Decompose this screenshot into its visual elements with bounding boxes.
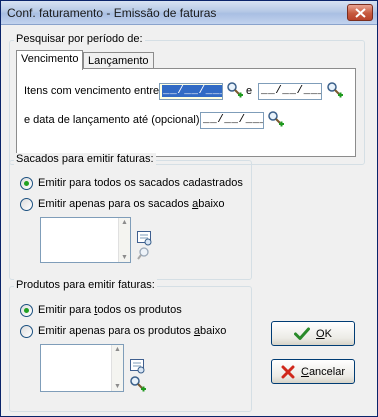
debtors-selected-radio[interactable] [20,198,33,211]
cancel-button-label-rest: ancelar [308,365,346,378]
search-product-button[interactable] [129,375,147,393]
due-start-date-input[interactable]: __/__/____ [159,83,223,100]
window-title: Conf. faturamento - Emissão de faturas [7,6,217,20]
products-all-label-prefix: Emitir para [38,304,95,316]
launch-date-input[interactable]: __/__/____ [200,112,264,129]
products-selected-radio[interactable] [20,325,33,338]
search-due-end-button[interactable] [326,81,344,99]
launch-date-value: __/__/____ [203,114,263,126]
close-icon [355,8,366,18]
cancel-x-icon [281,365,295,378]
scroll-down-icon[interactable]: ▼ [121,254,128,261]
period-legend: Pesquisar por período de: [14,33,145,45]
cancel-button-label: Cancelar [301,366,345,378]
products-all-label[interactable]: Emitir para todos os produtos [38,304,182,316]
magnifier-plus-icon [268,111,284,127]
close-button[interactable] [347,4,373,21]
tab-vencimento[interactable]: Vencimento [16,50,83,70]
ok-button-mnemonic: O [316,327,325,340]
debtors-selected-label[interactable]: Emitir apenas para os sacados abaixo [38,198,225,210]
debtors-all-radio[interactable] [20,177,33,190]
products-selected-label-prefix: Emitir apenas para os produtos [38,325,194,337]
dialog-window: Conf. faturamento - Emissão de faturas P… [0,0,378,417]
and-label: e [246,85,253,97]
cancel-button-mnemonic: C [300,365,309,378]
due-end-date-value: __/__/____ [261,85,321,97]
dialog-body: Pesquisar por período de: Vencimento Lan… [1,25,377,416]
search-debtor-button[interactable] [136,246,154,264]
scroll-up-icon[interactable]: ▲ [121,219,128,226]
ok-button-label-rest: K [324,327,332,340]
debtors-all-label[interactable]: Emitir para todos os sacados cadastrados [38,177,243,189]
cancel-button[interactable]: Cancelar [271,359,355,384]
products-list[interactable]: ▲ ▼ [40,344,124,392]
scroll-up-icon[interactable]: ▲ [114,346,121,353]
add-product-button[interactable] [129,358,147,376]
magnifier-plus-icon [130,376,146,392]
tab-lancamento-label: Lançamento [88,55,149,67]
products-all-label-suffix: odos os produtos [97,304,182,316]
scroll-down-icon[interactable]: ▼ [114,383,121,390]
ok-button-label: OK [316,328,332,340]
tab-panel-vencimento: Itens com vencimento entre __/__/____ e … [16,68,356,157]
tab-vencimento-label: Vencimento [21,53,79,65]
record-list-icon [130,359,145,374]
debtors-selected-label-suffix: baixo [198,198,225,210]
due-range-label: Itens com vencimento entre [24,85,160,97]
title-bar[interactable]: Conf. faturamento - Emissão de faturas [1,1,377,25]
magnifier-icon [137,247,149,260]
debtors-list[interactable]: ▲ ▼ [40,217,131,263]
debtors-list-scrollbar[interactable]: ▲ ▼ [118,218,130,262]
checkmark-icon [294,327,311,340]
products-selected-label[interactable]: Emitir apenas para os produtos abaixo [38,325,226,337]
products-selected-label-suffix: baixo [200,325,227,337]
magnifier-plus-icon [327,82,343,98]
debtors-legend: Sacados para emitir faturas: [14,153,156,165]
search-due-start-button[interactable] [226,81,244,99]
magnifier-plus-icon [227,82,243,98]
products-legend: Produtos para emitir faturas: [14,279,157,291]
due-end-date-input[interactable]: __/__/____ [258,83,322,100]
products-list-scrollbar[interactable]: ▲ ▼ [111,345,123,391]
launch-date-label: e data de lançamento até (opcional): [24,114,203,126]
due-start-date-value: __/__/____ [162,85,222,97]
products-all-radio[interactable] [20,304,33,317]
ok-button[interactable]: OK [271,321,355,346]
debtors-selected-label-prefix: Emitir apenas para os sacados [38,198,193,210]
search-launch-date-button[interactable] [267,110,285,128]
